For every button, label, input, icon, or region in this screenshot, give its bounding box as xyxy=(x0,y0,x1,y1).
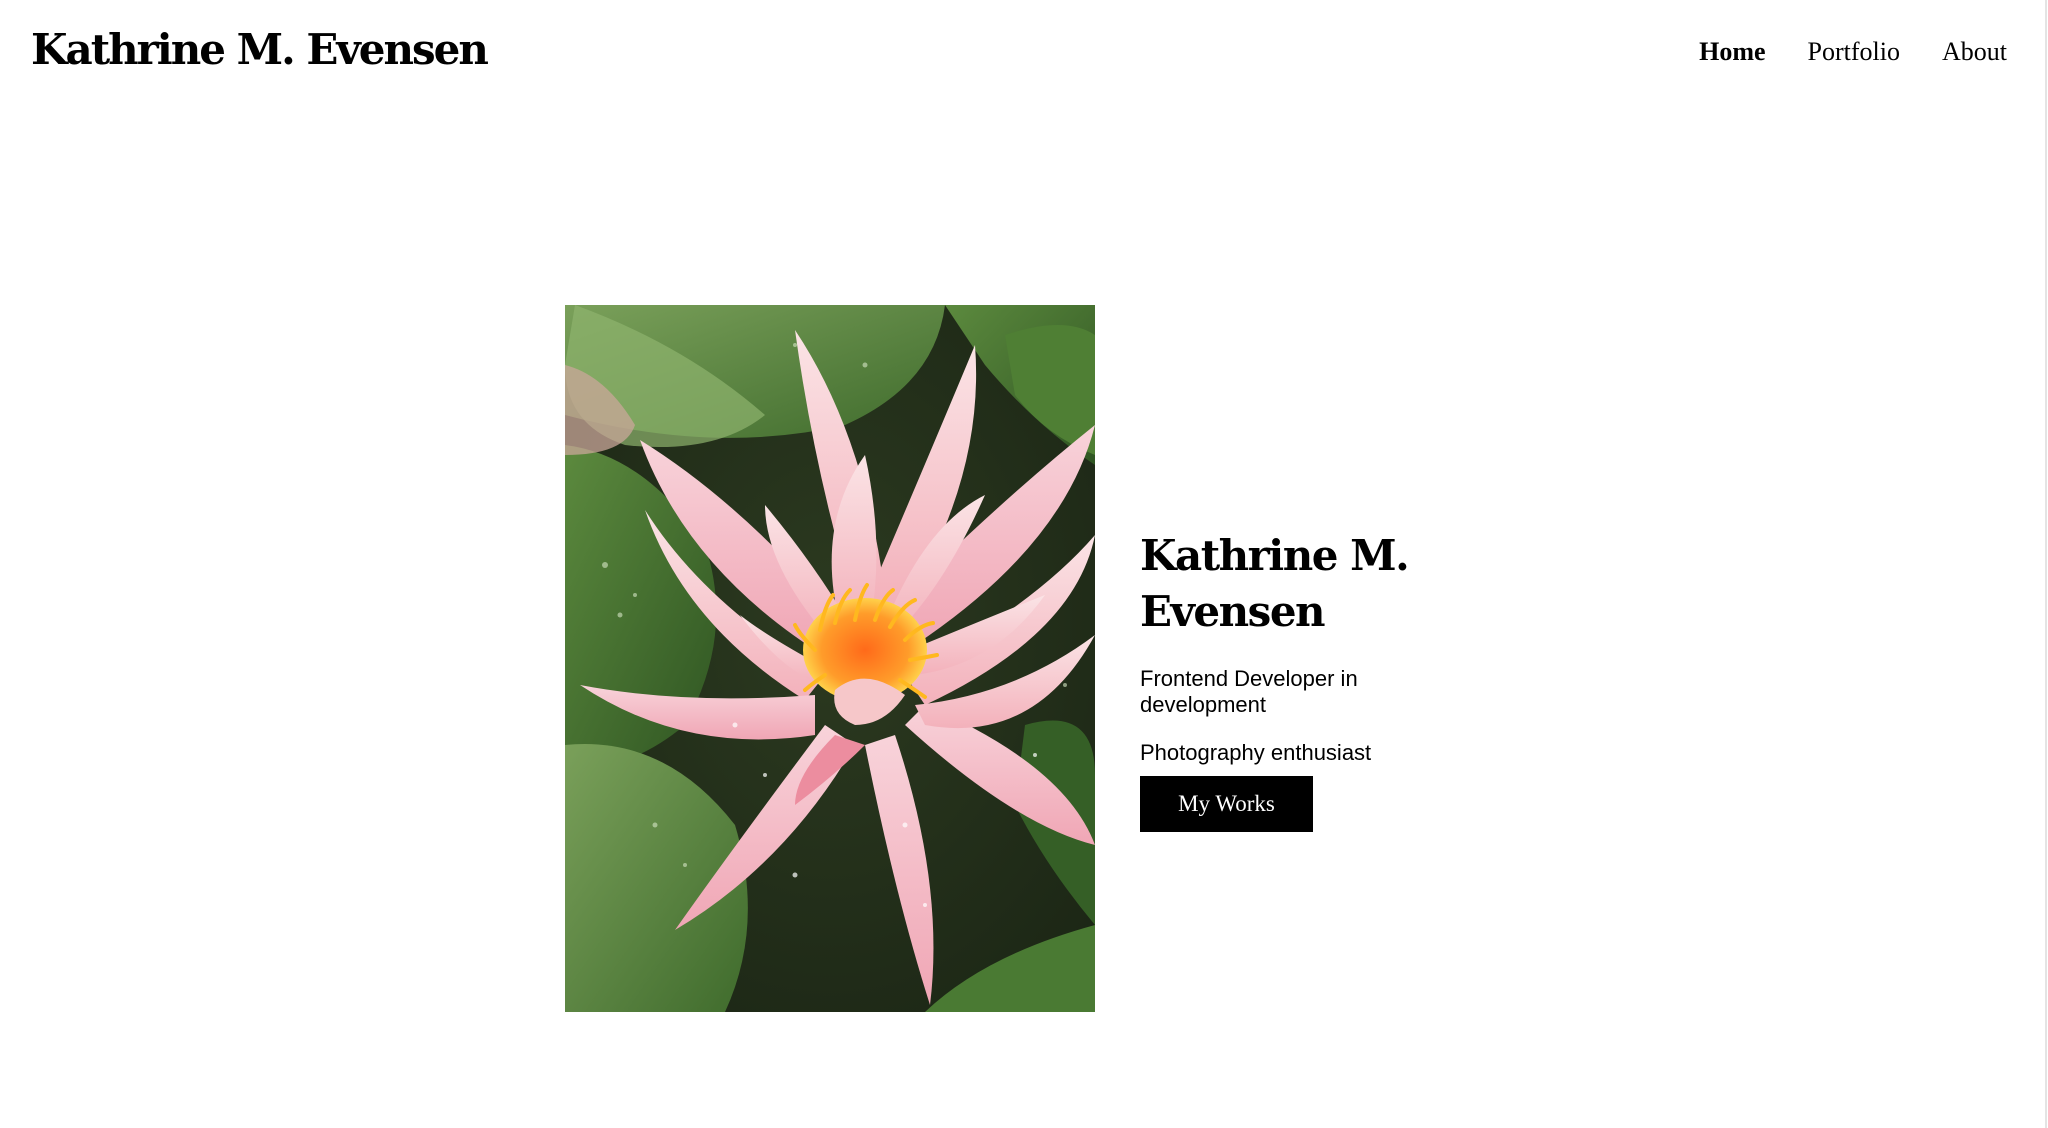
hero-intro: Kathrine M. Evensen Frontend Developer i… xyxy=(1140,528,1460,832)
nav-link-home[interactable]: Home xyxy=(1699,30,1765,74)
hero-role-text: Frontend Developer in development xyxy=(1140,666,1358,717)
my-works-button[interactable]: My Works xyxy=(1140,776,1313,832)
hero-hobby-text: Photography enthusiast xyxy=(1140,740,1372,765)
site-logo-title[interactable]: Kathrine M. Evensen xyxy=(31,22,489,78)
page-edge-divider xyxy=(2045,0,2047,1128)
hero-name-heading: Kathrine M. Evensen xyxy=(1140,531,1410,636)
main-nav: Home Portfolio About xyxy=(1699,30,2007,74)
nav-link-about[interactable]: About xyxy=(1942,30,2007,74)
nav-link-portfolio[interactable]: Portfolio xyxy=(1808,30,1900,74)
water-lily-photo xyxy=(565,305,1095,1012)
